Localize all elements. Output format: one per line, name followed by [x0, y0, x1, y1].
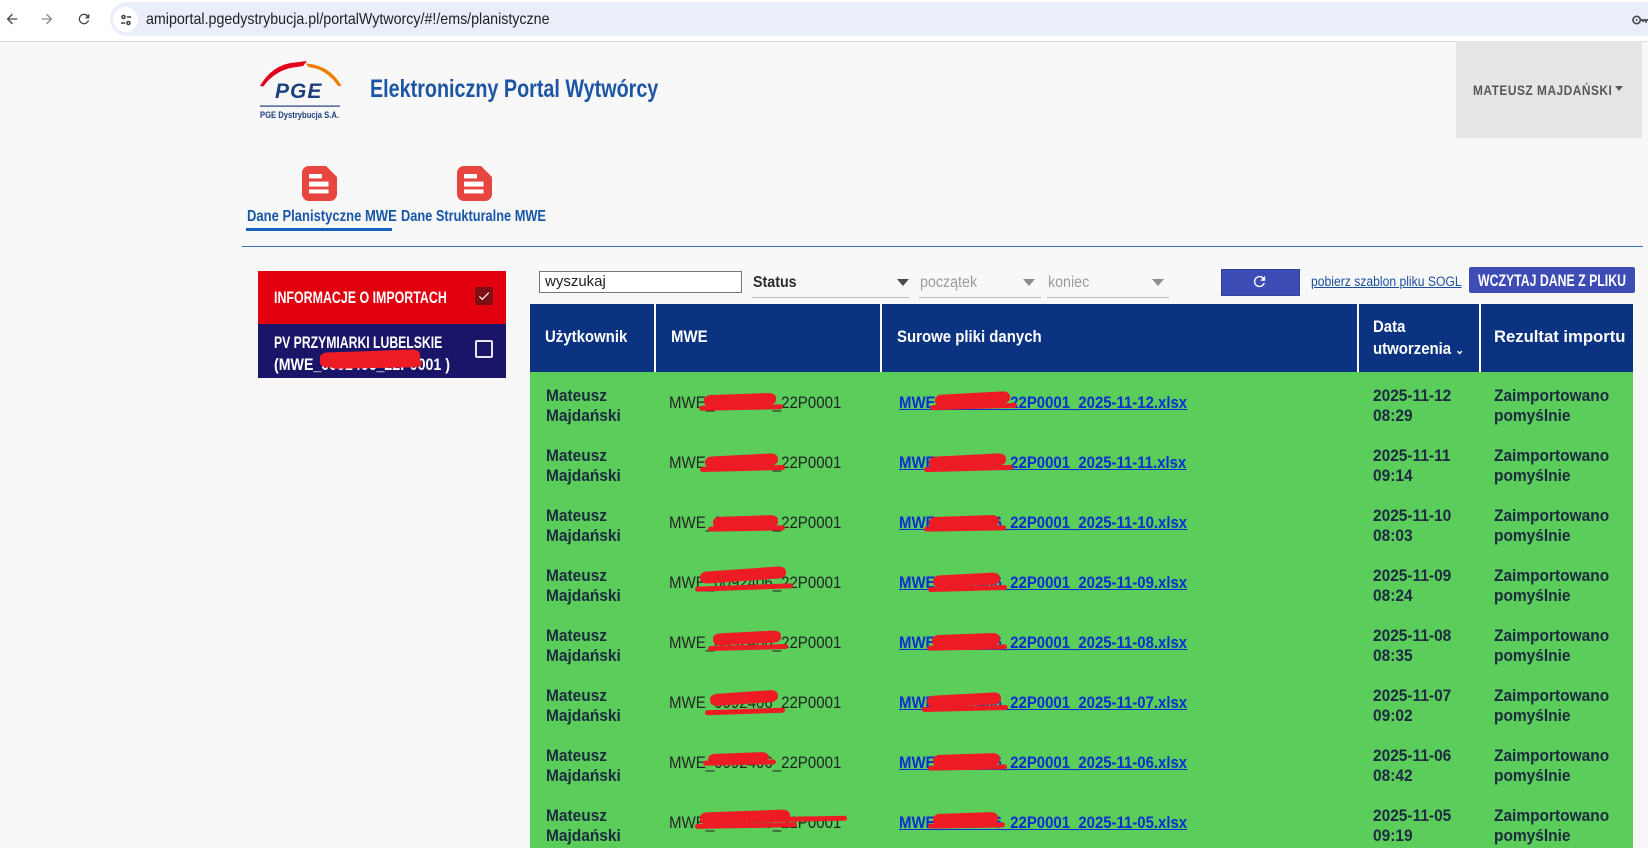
svg-text:PGE Dystrybucja S.A.: PGE Dystrybucja S.A. — [260, 110, 339, 120]
svg-text:PGE: PGE — [275, 80, 322, 103]
